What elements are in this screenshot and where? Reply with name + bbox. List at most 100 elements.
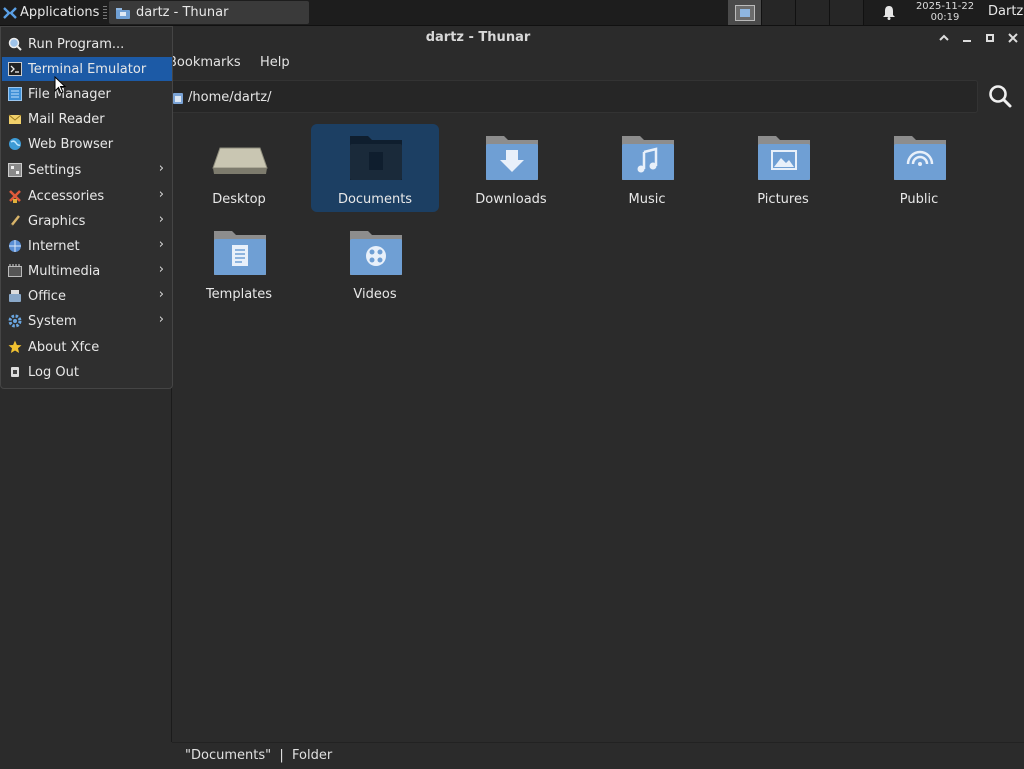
- workspace-window-icon: [734, 4, 755, 21]
- workspace-3[interactable]: [796, 0, 830, 25]
- menu-item-internet[interactable]: Internet ›: [2, 234, 172, 258]
- taskbar-button-thunar[interactable]: dartz - Thunar: [109, 1, 309, 24]
- menu-item-log-out[interactable]: Log Out: [2, 360, 172, 384]
- item-label: Downloads: [475, 192, 547, 207]
- internet-icon: [7, 238, 23, 254]
- close-icon[interactable]: [1004, 29, 1022, 47]
- applications-menu: Run Program... Terminal Emulator File Ma…: [0, 26, 173, 389]
- menu-item-label: File Manager: [28, 86, 111, 102]
- menu-item-mail-reader[interactable]: Mail Reader: [2, 107, 172, 131]
- item-public[interactable]: Public: [855, 124, 983, 212]
- menu-item-web-browser[interactable]: Web Browser: [2, 132, 172, 156]
- submenu-arrow-icon: ›: [158, 187, 164, 202]
- web-browser-icon: [7, 136, 23, 152]
- menu-item-about-xfce[interactable]: About Xfce: [2, 335, 172, 359]
- star-icon: [7, 339, 23, 355]
- public-folder-icon: [892, 130, 948, 182]
- user-menu-label[interactable]: Dartz: [988, 4, 1023, 19]
- status-bar: "Documents" | Folder: [172, 742, 1024, 769]
- shade-icon[interactable]: [935, 29, 953, 47]
- menu-item-label: Graphics: [28, 213, 86, 229]
- notification-bell-icon[interactable]: [882, 5, 896, 24]
- item-music[interactable]: Music: [583, 124, 711, 212]
- mail-icon: [7, 111, 23, 127]
- clock[interactable]: 2025-11-22 00:19: [908, 1, 982, 23]
- menu-item-file-manager[interactable]: File Manager: [2, 82, 172, 106]
- item-templates[interactable]: Templates: [175, 219, 303, 307]
- home-folder-icon: [173, 92, 183, 104]
- applications-label: Applications: [20, 5, 100, 20]
- mouse-pointer-icon: [54, 75, 67, 98]
- item-videos[interactable]: Videos: [311, 219, 439, 307]
- menu-item-label: Office: [28, 288, 66, 304]
- desktop-folder-icon: [212, 130, 268, 182]
- logout-icon: [7, 364, 23, 380]
- graphics-icon: [7, 213, 23, 229]
- menu-item-label: Internet: [28, 238, 80, 254]
- status-text: "Documents" | Folder: [185, 748, 333, 763]
- music-folder-icon: [620, 130, 676, 182]
- item-label: Pictures: [757, 192, 809, 207]
- menu-item-label: System: [28, 313, 77, 329]
- item-documents[interactable]: Documents: [311, 124, 439, 212]
- submenu-arrow-icon: ›: [158, 287, 164, 302]
- item-label: Videos: [353, 287, 397, 302]
- menu-item-label: Multimedia: [28, 263, 101, 279]
- item-downloads[interactable]: Downloads: [447, 124, 575, 212]
- item-label: Templates: [205, 287, 273, 302]
- submenu-arrow-icon: ›: [158, 212, 164, 227]
- item-label: Documents: [337, 192, 413, 207]
- workspace-2[interactable]: [762, 0, 796, 25]
- clock-date: 2025-11-22: [915, 1, 975, 12]
- menu-item-label: About Xfce: [28, 339, 100, 355]
- videos-folder-icon: [348, 225, 404, 277]
- applications-menu-button[interactable]: Applications: [0, 0, 104, 25]
- run-icon: [7, 36, 23, 52]
- menu-item-multimedia[interactable]: Multimedia ›: [2, 259, 172, 283]
- search-icon[interactable]: [987, 83, 1013, 113]
- pictures-folder-icon: [756, 130, 812, 182]
- xfce-logo-icon: [3, 6, 17, 20]
- workspace-4[interactable]: [830, 0, 864, 25]
- terminal-icon: [7, 61, 23, 77]
- minimize-icon[interactable]: [958, 29, 976, 47]
- menu-item-graphics[interactable]: Graphics ›: [2, 209, 172, 233]
- documents-folder-icon: [348, 130, 404, 182]
- clock-time: 00:19: [930, 12, 960, 23]
- item-pictures[interactable]: Pictures: [719, 124, 847, 212]
- menu-item-label: Terminal Emulator: [28, 61, 147, 77]
- menu-help[interactable]: Help: [260, 55, 290, 70]
- menu-item-office[interactable]: Office ›: [2, 284, 172, 308]
- top-panel: Applications dartz - Thunar 2025-11-22 0…: [0, 0, 1024, 26]
- templates-folder-icon: [212, 225, 268, 277]
- maximize-icon[interactable]: [981, 29, 999, 47]
- menu-bookmarks[interactable]: Bookmarks: [168, 55, 241, 70]
- menu-item-run-program[interactable]: Run Program...: [2, 32, 172, 56]
- folder-icon: [116, 7, 130, 19]
- menu-item-label: Web Browser: [28, 136, 114, 152]
- menu-item-terminal-emulator[interactable]: Terminal Emulator: [2, 57, 172, 81]
- submenu-arrow-icon: ›: [158, 237, 164, 252]
- submenu-arrow-icon: ›: [158, 262, 164, 277]
- workspace-1[interactable]: [728, 0, 762, 25]
- location-entry[interactable]: /home/dartz/: [166, 80, 978, 113]
- office-icon: [7, 288, 23, 304]
- taskbar-label: dartz - Thunar: [136, 5, 229, 20]
- submenu-arrow-icon: ›: [158, 161, 164, 176]
- menu-item-label: Accessories: [28, 188, 105, 204]
- multimedia-icon: [7, 263, 23, 279]
- item-desktop[interactable]: Desktop: [175, 124, 303, 212]
- system-icon: [7, 313, 23, 329]
- menu-item-settings[interactable]: Settings ›: [2, 158, 172, 182]
- item-label: Desktop: [212, 192, 266, 207]
- downloads-folder-icon: [484, 130, 540, 182]
- accessories-icon: [7, 188, 23, 204]
- settings-icon: [7, 162, 23, 178]
- file-manager-icon: [7, 86, 23, 102]
- panel-separator: [103, 6, 107, 19]
- menu-item-accessories[interactable]: Accessories ›: [2, 184, 172, 208]
- workspace-switcher: [728, 0, 864, 25]
- submenu-arrow-icon: ›: [158, 312, 164, 327]
- menu-item-system[interactable]: System ›: [2, 309, 172, 333]
- item-label: Music: [628, 192, 666, 207]
